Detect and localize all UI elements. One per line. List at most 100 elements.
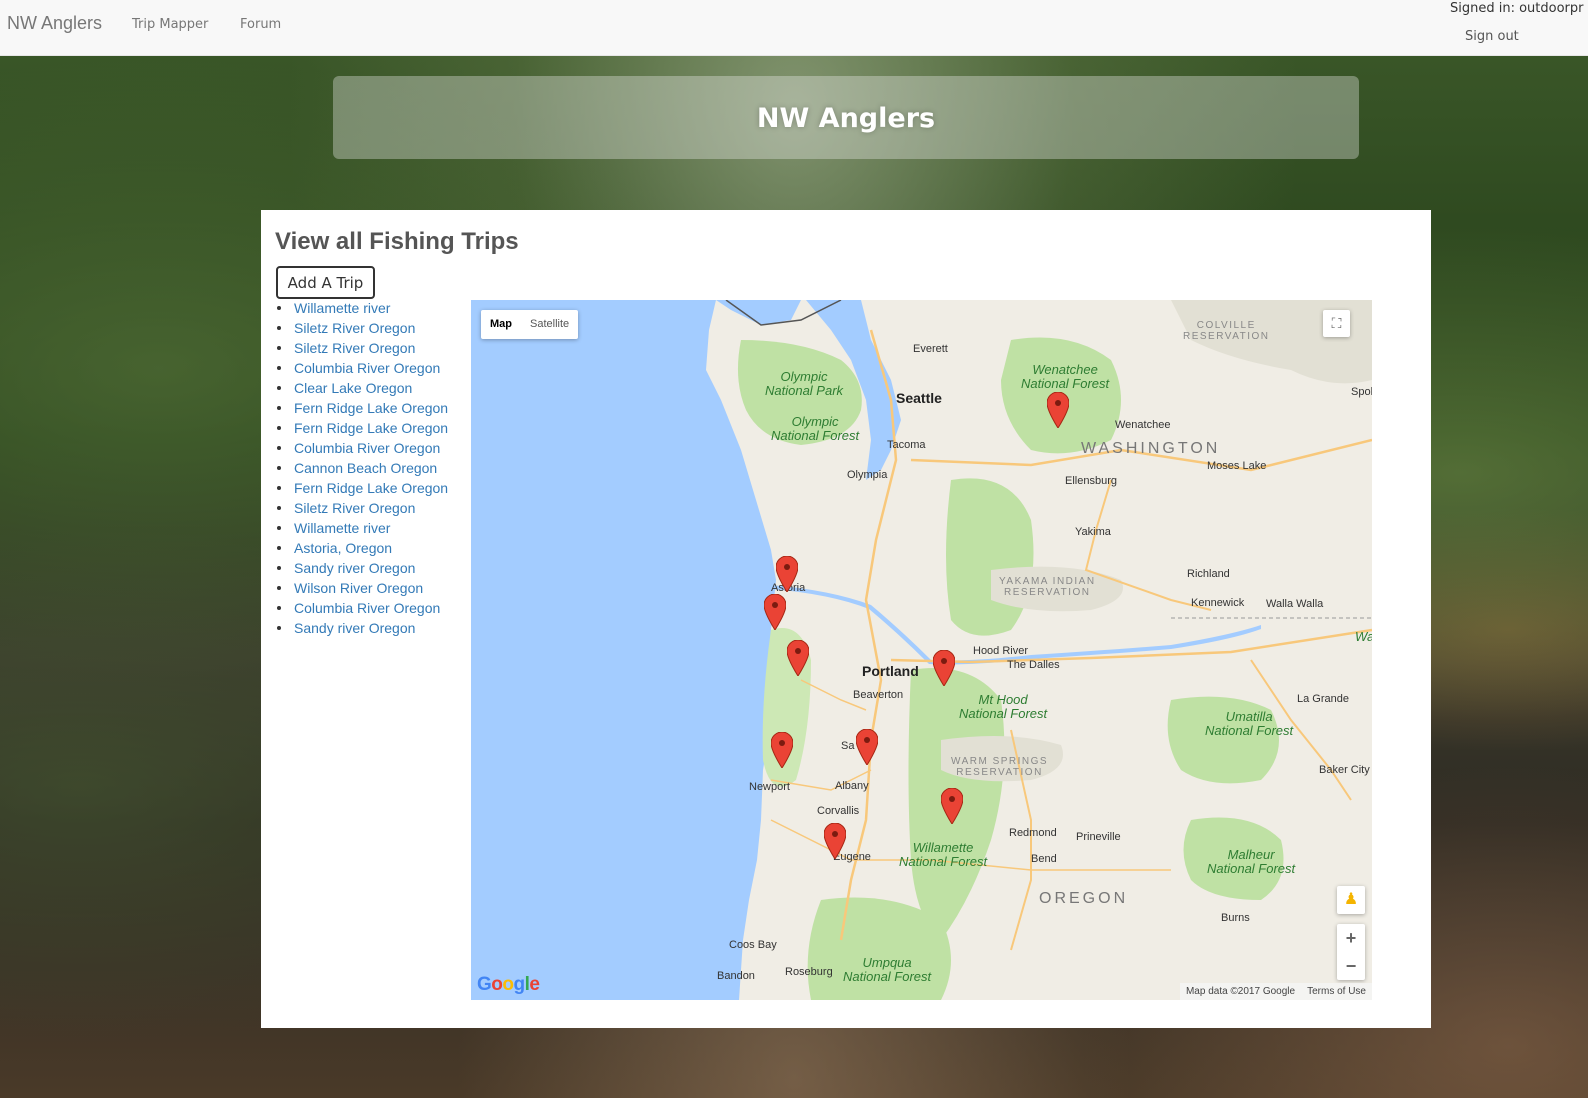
map-type-satellite-button[interactable]: Satellite: [521, 310, 578, 339]
trip-marker-icon[interactable]: [941, 788, 963, 824]
trip-list: Willamette river Siletz River Oregon Sil…: [275, 298, 453, 638]
trip-link[interactable]: Columbia River Oregon: [294, 440, 440, 456]
map-label-everett: Everett: [913, 343, 948, 355]
nav-link-forum[interactable]: Forum: [240, 17, 281, 32]
map-label-corvallis: Corvallis: [817, 805, 860, 817]
hero-banner: NW Anglers: [333, 76, 1359, 159]
trip-link[interactable]: Sandy river Oregon: [294, 620, 415, 636]
zoom-out-button[interactable]: −: [1337, 952, 1365, 980]
list-item: Columbia River Oregon: [275, 438, 453, 458]
map-label-baker-city: Baker City: [1319, 764, 1370, 776]
map-label-newport: Newport: [749, 781, 790, 793]
list-item: Siletz River Oregon: [275, 318, 453, 338]
map-data-text: Map data ©2017 Google: [1185, 986, 1296, 997]
trip-marker-icon[interactable]: [787, 640, 809, 676]
map-label-washington: WASHINGTON: [1081, 440, 1221, 457]
list-item: Siletz River Oregon: [275, 338, 453, 358]
map-label-spokane: Spol: [1351, 386, 1372, 398]
map-label-warmsprings-res: WARM SPRINGS RESERVATION: [951, 756, 1049, 778]
map-label-hood-river: Hood River: [973, 645, 1029, 657]
map-label-la-grande: La Grande: [1297, 693, 1349, 705]
map-label-portland: Portland: [862, 663, 919, 679]
trip-map[interactable]: Seattle Everett Tacoma Olympia Portland …: [471, 300, 1372, 1000]
map-type-control: Map Satellite: [481, 310, 579, 339]
street-view-pegman-icon[interactable]: ♟: [1337, 886, 1365, 914]
trip-link[interactable]: Sandy river Oregon: [294, 560, 415, 576]
trip-marker-icon[interactable]: [776, 556, 798, 592]
map-label-malheur-nf: Malheur National Forest: [1207, 847, 1296, 876]
trip-link[interactable]: Fern Ridge Lake Oregon: [294, 480, 448, 496]
list-item: Sandy river Oregon: [275, 618, 453, 638]
trip-link[interactable]: Siletz River Oregon: [294, 320, 415, 336]
trip-marker-icon[interactable]: [856, 729, 878, 765]
map-label-redmond: Redmond: [1009, 827, 1057, 839]
map-label-ellensburg: Ellensburg: [1065, 475, 1117, 487]
list-item: Columbia River Oregon: [275, 358, 453, 378]
add-trip-button[interactable]: Add A Trip: [276, 266, 375, 299]
list-item: Siletz River Oregon: [275, 498, 453, 518]
trip-link[interactable]: Willamette river: [294, 520, 390, 536]
trip-link[interactable]: Astoria, Oregon: [294, 540, 392, 556]
map-label-umpqua-nf: Umpqua National Forest: [843, 955, 932, 984]
trip-marker-icon[interactable]: [933, 650, 955, 686]
trip-marker-icon[interactable]: [1047, 392, 1069, 428]
navbar-brand[interactable]: NW Anglers: [7, 13, 102, 34]
terms-of-use-link[interactable]: Terms of Use: [1307, 983, 1366, 1000]
trip-link[interactable]: Siletz River Oregon: [294, 500, 415, 516]
trip-marker-icon[interactable]: [764, 594, 786, 630]
sign-out-link[interactable]: Sign out: [1465, 29, 1519, 44]
map-type-map-button[interactable]: Map: [481, 310, 521, 339]
map-attribution: Map data ©2017 Google Terms of Use: [1179, 983, 1372, 1000]
zoom-control: + −: [1337, 924, 1365, 980]
list-item: Cannon Beach Oregon: [275, 458, 453, 478]
trip-marker-icon[interactable]: [771, 732, 793, 768]
list-item: Willamette river: [275, 298, 453, 318]
fullscreen-icon[interactable]: ⛶: [1323, 310, 1350, 337]
zoom-in-button[interactable]: +: [1337, 924, 1365, 952]
nav-link-trip-mapper[interactable]: Trip Mapper: [132, 17, 208, 32]
map-label-umatilla-nf: Umatilla National Forest: [1205, 709, 1294, 738]
map-label-kennewick: Kennewick: [1191, 597, 1245, 609]
map-label-seattle: Seattle: [896, 390, 942, 406]
list-item: Fern Ridge Lake Oregon: [275, 398, 453, 418]
hero-title: NW Anglers: [756, 103, 936, 134]
trip-link[interactable]: Columbia River Oregon: [294, 600, 440, 616]
trip-link[interactable]: Fern Ridge Lake Oregon: [294, 420, 448, 436]
list-item: Willamette river: [275, 518, 453, 538]
map-label-wenatchee-nf: Wenatchee National Forest: [1021, 362, 1110, 391]
map-label-olympic-np: Olympic National Park: [765, 369, 844, 398]
map-label-olympic-nf: Olympic National Forest: [771, 414, 860, 443]
trip-link[interactable]: Siletz River Oregon: [294, 340, 415, 356]
map-label-wenatchee: Wenatchee: [1115, 419, 1171, 431]
trip-link[interactable]: Clear Lake Oregon: [294, 380, 412, 396]
trip-link[interactable]: Columbia River Oregon: [294, 360, 440, 376]
map-label-olympia: Olympia: [847, 469, 888, 481]
map-label-yakima: Yakima: [1075, 526, 1111, 538]
trip-link[interactable]: Fern Ridge Lake Oregon: [294, 400, 448, 416]
map-label-albany: Albany: [835, 780, 869, 792]
map-label-moses-lake: Moses Lake: [1207, 460, 1267, 472]
page-title: View all Fishing Trips: [275, 228, 519, 255]
map-label-beaverton: Beaverton: [853, 689, 904, 701]
list-item: Astoria, Oregon: [275, 538, 453, 558]
trip-link[interactable]: Willamette river: [294, 300, 390, 316]
map-label-coos-bay: Coos Bay: [729, 939, 777, 951]
list-item: Sandy river Oregon: [275, 558, 453, 578]
map-label-salem: Sa: [841, 740, 855, 752]
map-label-walla-walla: Walla Walla: [1266, 598, 1324, 610]
google-logo: Google: [477, 974, 540, 995]
map-label-prineville: Prineville: [1076, 831, 1121, 843]
trip-link[interactable]: Cannon Beach Oregon: [294, 460, 437, 476]
map-label-tacoma: Tacoma: [887, 439, 926, 451]
list-item: Wilson River Oregon: [275, 578, 453, 598]
list-item: Fern Ridge Lake Oregon: [275, 478, 453, 498]
map-label-burns: Burns: [1221, 912, 1250, 924]
trip-link[interactable]: Wilson River Oregon: [294, 580, 423, 596]
map-label-bandon: Bandon: [717, 970, 755, 982]
map-label-mthood-nf: Mt Hood National Forest: [959, 692, 1048, 721]
trips-panel: View all Fishing Trips Add A Trip Willam…: [261, 210, 1431, 1028]
map-label-yakama-res: YAKAMA INDIAN RESERVATION: [999, 576, 1096, 598]
map-label-oregon: OREGON: [1039, 890, 1129, 907]
trip-marker-icon[interactable]: [824, 823, 846, 859]
map-label-bend: Bend: [1031, 853, 1057, 865]
